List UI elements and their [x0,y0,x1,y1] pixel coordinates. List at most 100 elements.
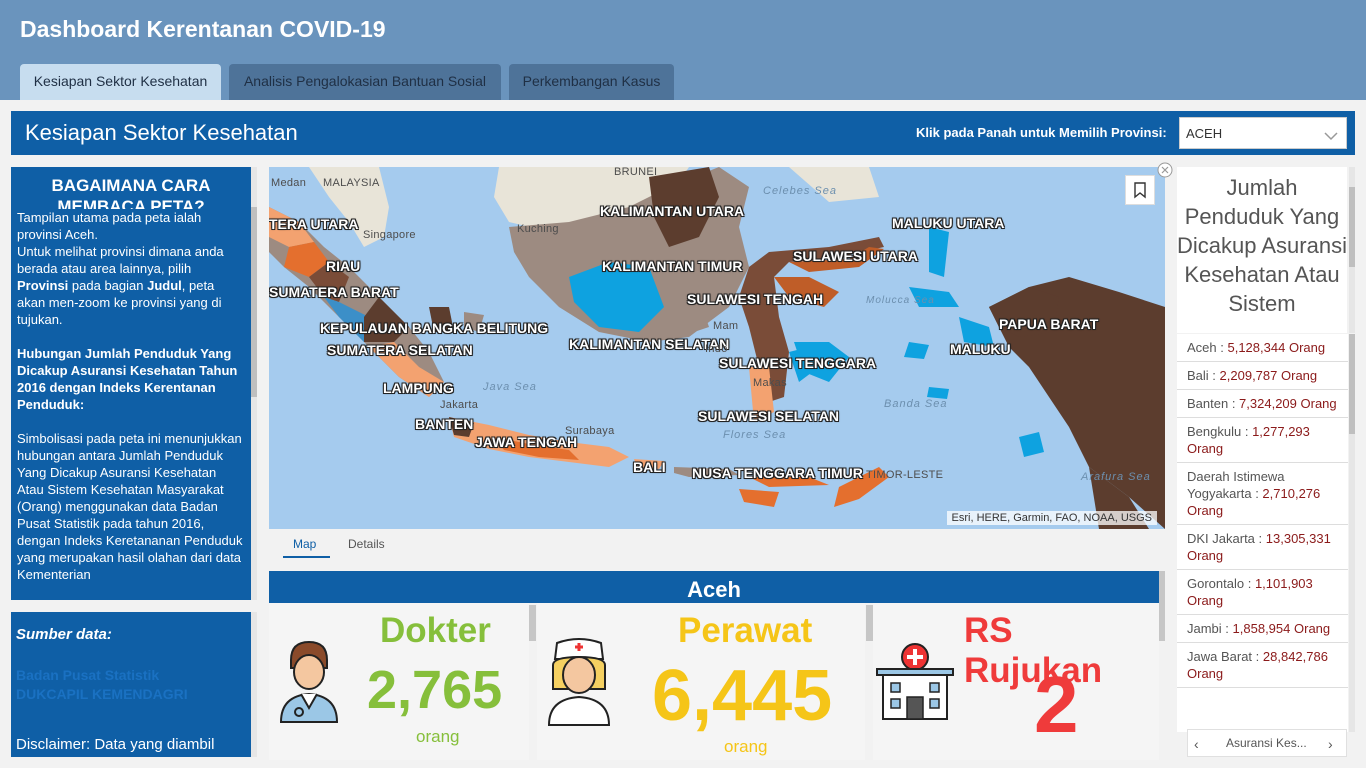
coverage-unit: Orang [1187,441,1224,456]
map-label-riau: RIAU [326,258,361,274]
nurse-count: 6,445 [652,656,833,736]
guide-paragraph-1: Tampilan utama pada peta ialah provinsi … [17,210,202,242]
province-name: Banten [1187,396,1229,411]
sea-label: Flores Sea [723,429,787,441]
scrollbar-thumb[interactable] [1349,334,1355,434]
map-label-nusa-tenggara-timur: NUSA TENGGARA TIMUR [692,465,863,481]
province-name: DKI Jakarta [1187,531,1255,546]
list-scrollbar[interactable] [1349,334,1355,732]
scrollbar-thumb[interactable] [1349,187,1355,267]
coverage-value: 1,858,954 [1232,621,1291,636]
sea-label: Java Sea [483,381,537,393]
disclaimer-text: Disclaimer: Data yang diambil [16,736,215,753]
app-title: Dashboard Kerentanan COVID-19 [20,16,386,42]
coverage-unit: Orang [1187,503,1224,518]
map-label-maluku: MALUKU [950,341,1011,357]
chevron-left-icon[interactable]: ‹ [1194,736,1199,752]
hospital-count: 2 [1034,660,1079,749]
sea-label: Banda Sea [884,398,948,410]
basemap-label: BRUNEI [614,167,658,178]
indonesia-vulnerability-map[interactable]: KALIMANTAN UTARA MALUKU UTARA TERA UTARA… [269,167,1165,529]
list-item[interactable]: Aceh : 5,128,344 Orang [1177,334,1348,362]
source-link-dukcapil[interactable]: DUKCAPIL KEMENDAGRI [16,685,188,704]
list-item[interactable]: Daerah Istimewa Yogyakarta : 2,710,276 O… [1177,463,1348,525]
map-label-bangka-belitung: KEPULAUAN BANGKA BELITUNG [320,320,549,336]
guide-scrollbar[interactable] [251,167,257,600]
guide-text: Untuk melihat provinsi dimana anda berad… [17,244,224,276]
hospital-card: RS Rujukan 2 [873,603,1159,760]
map-label-sulawesi-tengah: SULAWESI TENGAH [687,291,824,307]
sea-label: Arafura Sea [1081,471,1151,483]
map-label-jawa-tengah: JAWA TENGAH [475,434,578,450]
province-select-label: Klik pada Panah untuk Memilih Provinsi: [916,125,1167,140]
basemap-label: Kuching [517,223,559,235]
map-label-kalimantan-timur: KALIMANTAN TIMUR [602,258,743,274]
basemap-label: MALAYSIA [323,177,380,189]
nurse-label: Perawat [678,611,813,650]
expand-icon[interactable] [1157,162,1173,183]
sources-scrollbar[interactable] [251,612,257,757]
basemap-label: Surabaya [565,425,615,437]
app-header: Dashboard Kerentanan COVID-19 Kesiapan S… [0,0,1366,100]
card-divider [866,605,873,641]
coverage-value: 13,305,331 [1265,531,1331,546]
basemap-label: Jakarta [440,399,479,411]
coverage-unit: Orang [1187,548,1224,563]
insurance-coverage-list: Aceh : 5,128,344 Orang Bali : 2,209,787 … [1177,334,1348,732]
pager-label: Asuransi Kes... [1226,736,1307,750]
list-pager: ‹ Asuransi Kes... › [1187,729,1347,757]
active-tab-indicator [283,556,330,558]
province-stats-header: Aceh [269,571,1159,603]
province-select[interactable]: ACEH [1179,117,1347,149]
stats-scrollbar[interactable] [1159,571,1165,641]
bookmark-button[interactable] [1125,175,1155,205]
title-scrollbar[interactable] [1349,167,1355,333]
scrollbar-thumb[interactable] [251,207,257,397]
chevron-right-icon[interactable]: › [1328,736,1333,752]
source-link-bps[interactable]: Badan Pusat Statistik [16,666,188,685]
map-view-tab-map[interactable]: Map [293,537,316,551]
sources-list: Badan Pusat Statistik DUKCAPIL KEMENDAGR… [16,666,188,704]
list-item[interactable]: Bengkulu : 1,277,293 Orang [1177,418,1348,463]
coverage-value: 7,324,209 [1239,396,1297,411]
map-label-sulawesi-tenggara: SULAWESI TENGGARA [719,355,877,371]
section-header: Kesiapan Sektor Kesehatan Klik pada Pana… [11,111,1355,155]
map-label-sumatera-barat: SUMATERA BARAT [269,284,399,300]
coverage-unit: Orang [1294,621,1331,636]
tab-kesiapan-sektor-kesehatan[interactable]: Kesiapan Sektor Kesehatan [20,64,221,100]
tab-perkembangan-kasus[interactable]: Perkembangan Kasus [509,64,674,100]
guide-text: pada bagian [68,278,148,293]
coverage-value: 2,710,276 [1262,486,1321,501]
map-view-tab-details[interactable]: Details [348,537,385,551]
map-label-papua-barat: PAPUA BARAT [999,316,1099,332]
list-item[interactable]: Gorontalo : 1,101,903 Orang [1177,570,1348,615]
guide-body: Tampilan utama pada peta ialah provinsi … [11,209,251,583]
coverage-value: 2,209,787 [1219,368,1278,383]
province-select-value: ACEH [1186,126,1223,141]
coverage-unit: Orang [1300,396,1337,411]
nurse-icon [547,638,611,726]
nurse-unit: orang [724,737,768,756]
guide-bold-provinsi: Provinsi [17,278,69,293]
list-item[interactable]: Banten : 7,324,209 Orang [1177,390,1348,418]
doctor-label: Dokter [380,611,491,650]
map-label-sumatera-selatan: SUMATERA SELATAN [327,342,473,358]
basemap-label: Indo [705,343,728,355]
tab-analisis-bantuan-sosial[interactable]: Analisis Pengalokasian Bantuan Sosial [229,64,501,100]
hospital-icon [876,643,954,720]
list-item[interactable]: DKI Jakarta : 13,305,331 Orang [1177,525,1348,570]
province-name: Aceh [1187,340,1217,355]
list-item[interactable]: Jambi : 1,858,954 Orang [1177,615,1348,643]
province-name: Bengkulu [1187,424,1242,439]
list-item[interactable]: Jawa Barat : 28,842,786 Orang [1177,643,1348,688]
map-label-lampung: LAMPUNG [383,380,454,396]
coverage-value: 1,277,293 [1252,424,1310,439]
list-item[interactable]: Bali : 2,209,787 Orang [1177,362,1348,390]
doctor-card: Dokter 2,765 orang [269,603,529,760]
doctor-unit: orang [416,727,460,746]
coverage-unit: Orang [1187,593,1224,608]
province-stats-title: Aceh [687,577,741,602]
bookmark-icon [1134,182,1146,199]
guide-paragraph-2: Untuk melihat provinsi dimana anda berad… [17,243,245,328]
coverage-value: 28,842,786 [1262,649,1328,664]
